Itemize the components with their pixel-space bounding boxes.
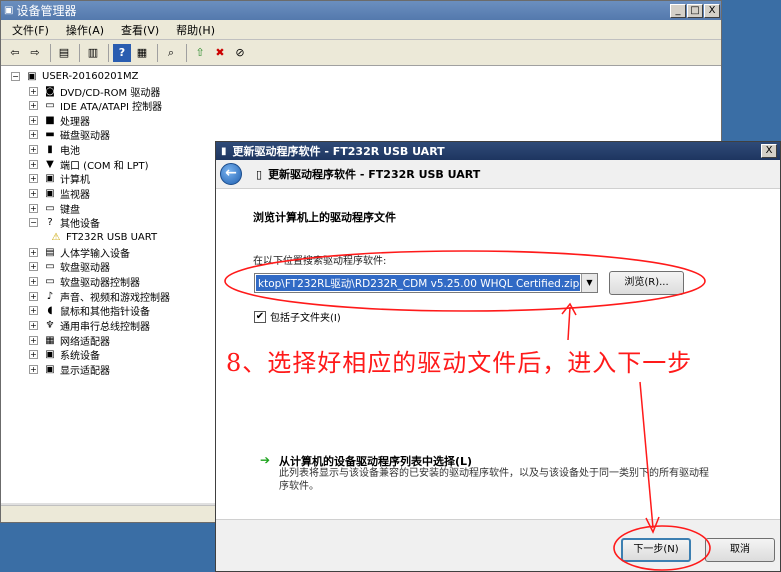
annotation-marks: [224, 250, 711, 571]
path-highlight-ellipse: [224, 250, 706, 312]
arrow-to-next-button: [639, 381, 654, 529]
next-button-highlight-ellipse: [613, 525, 711, 571]
arrow-to-path-field: [567, 306, 571, 341]
